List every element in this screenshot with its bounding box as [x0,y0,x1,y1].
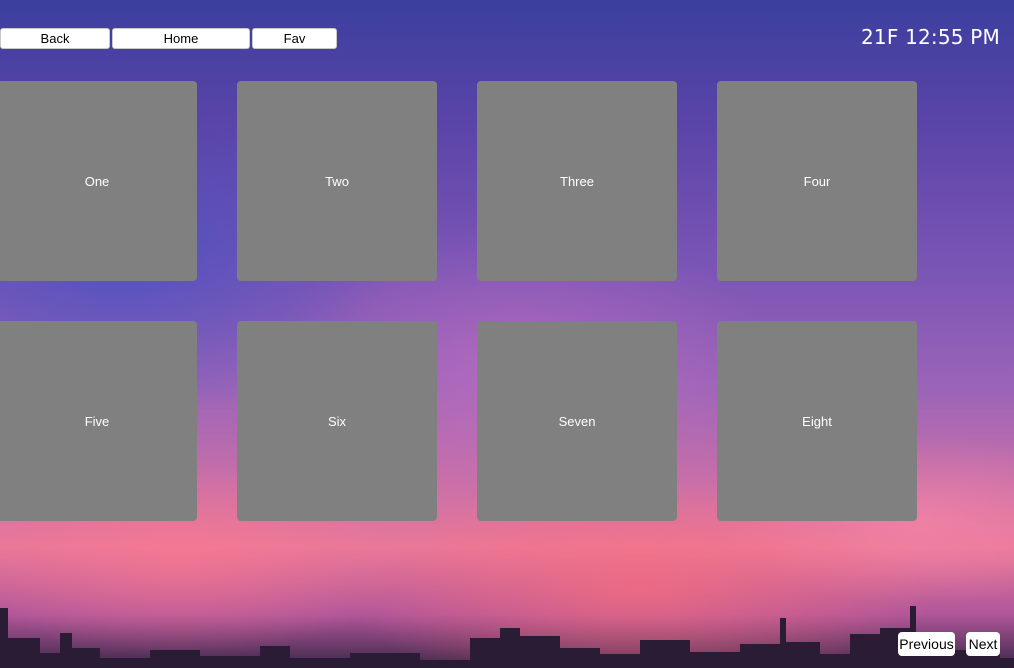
tile-one[interactable]: One [0,81,197,281]
tile-label: Four [803,173,831,189]
tile-label: Six [327,413,347,429]
tile-seven[interactable]: Seven [477,321,677,521]
tile-five[interactable]: Five [0,321,197,521]
weather-clock-readout: 21F 12:55 PM [860,25,1000,49]
next-button[interactable]: Next [966,632,1000,656]
fav-button[interactable]: Fav [252,28,337,49]
tile-two[interactable]: Two [237,81,437,281]
tile-label: One [84,173,110,189]
tile-six[interactable]: Six [237,321,437,521]
tile-three[interactable]: Three [477,81,677,281]
tile-eight[interactable]: Eight [717,321,917,521]
back-button[interactable]: Back [0,28,110,49]
tile-label: Eight [802,413,832,429]
previous-button[interactable]: Previous [898,632,955,656]
home-button[interactable]: Home [112,28,250,49]
tile-label: Five [84,413,110,429]
tile-label: Two [325,173,349,189]
tile-label: Three [560,173,594,189]
city-skyline-silhouette [0,606,1014,668]
tile-label: Seven [558,413,596,429]
tile-four[interactable]: Four [717,81,917,281]
